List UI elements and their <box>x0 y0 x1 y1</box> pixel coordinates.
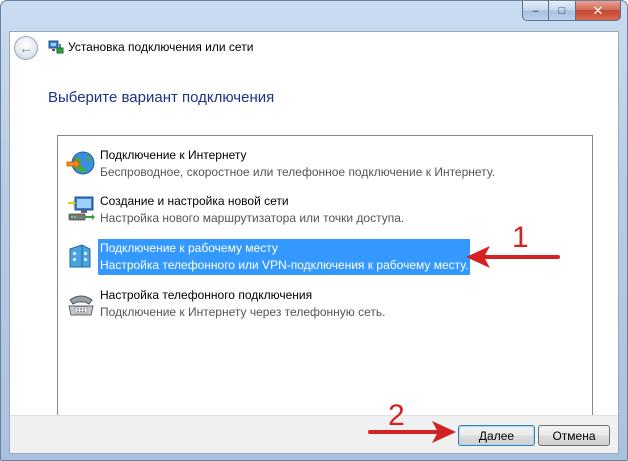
dialup-phone-icon <box>68 295 94 316</box>
network-wizard-icon <box>48 40 64 54</box>
back-arrow-icon: ← <box>19 40 33 56</box>
next-button[interactable]: Далее <box>458 425 535 446</box>
annotation-arrow-2-icon <box>368 421 456 443</box>
option-title: Подключение к Интернету <box>100 148 247 162</box>
minimize-button[interactable]: – <box>522 1 549 21</box>
caption-buttons: – □ ✕ <box>522 1 621 21</box>
cancel-button[interactable]: Отмена <box>538 425 610 446</box>
option-title: Создание и настройка новой сети <box>100 194 289 208</box>
option-title: Настройка телефонного подключения <box>100 288 313 302</box>
workplace-icon <box>69 244 91 268</box>
wizard-title: Установка подключения или сети <box>68 40 254 54</box>
option-title: Подключение к рабочему месту <box>100 241 278 255</box>
internet-globe-icon <box>66 151 95 175</box>
wizard-header: ← Установка подключения или сети <box>10 32 618 64</box>
option-description: Настройка телефонного или VPN-подключени… <box>100 258 469 272</box>
back-button[interactable]: ← <box>14 36 38 60</box>
option-description: Подключение к Интернету через телефонную… <box>100 305 386 319</box>
connection-options-list[interactable]: Подключение к Интернету Беспроводное, ск… <box>57 135 593 418</box>
new-network-icon <box>68 196 95 221</box>
annotation-arrow-1-icon <box>466 246 560 268</box>
wizard-window: – □ ✕ ← Установка подключения или сети В… <box>0 0 628 461</box>
close-button[interactable]: ✕ <box>576 1 621 21</box>
option-description: Беспроводное, скоростное или телефонное … <box>100 165 495 179</box>
option-description: Настройка нового маршрутизатора или точк… <box>100 211 405 225</box>
maximize-button[interactable]: □ <box>549 1 576 21</box>
page-heading: Выберите вариант подключения <box>48 89 275 106</box>
option-new-network[interactable]: Создание и настройка новой сети Настройк… <box>64 192 584 228</box>
option-dialup[interactable]: Настройка телефонного подключения Подклю… <box>64 286 584 322</box>
wizard-footer: Далее Отмена <box>10 415 618 453</box>
title-bar[interactable]: – □ ✕ <box>1 1 627 31</box>
option-internet[interactable]: Подключение к Интернету Беспроводное, ск… <box>64 146 584 182</box>
